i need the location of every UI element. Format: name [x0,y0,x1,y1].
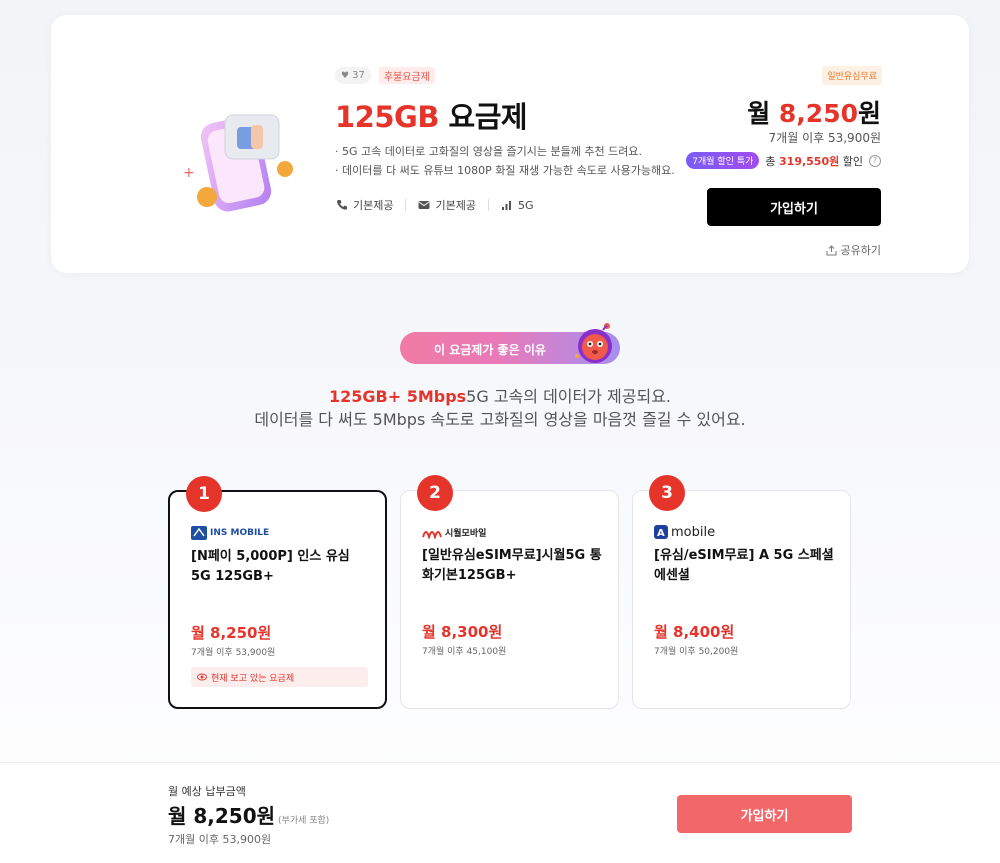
discount-row: 7개월 할인 특가 총 319,550원 할인 ? [686,152,881,169]
footer-price-value: 월 8,250원 [168,804,276,828]
phone-icon [337,200,347,210]
feature-network: 5G [501,199,534,212]
viewing-badge: 현재 보고 있는 요금제 [191,667,368,687]
share-icon [826,244,837,255]
plan-description: · 5G 고속 데이터로 고화질의 영상을 즐기시는 분들께 추천 드려요. ·… [335,142,675,180]
carrier-logo-siwol: 시월모바일 [422,524,486,540]
svg-text:+: + [183,165,195,181]
carrier-name: 시월모바일 [445,528,487,539]
price-value: 8,250 [778,99,858,128]
carrier-logo-ins: INS MOBILE [191,525,269,541]
plan-features: 기본제공 기본제공 5G [336,197,534,213]
join-button[interactable]: 가입하기 [707,188,881,226]
plan-meta-row: ♥ 37 후불요금제 [335,67,435,84]
ranking-card-2[interactable]: 2 시월모바일 [일반유심eSIM무료]시월5G 통화기본125GB+ 월 8,… [400,475,619,709]
usim-free-tag: 일반유심무료 [822,66,882,85]
rank-number: 2 [417,475,453,511]
feature-network-label: 5G [517,198,534,212]
ins-logo-icon [191,526,207,540]
carrier-logo-a-mobile: A mobile [654,524,715,540]
rank-number: 1 [186,476,222,512]
mascot-character [575,323,612,363]
footer-vat: (부가세 포함) [278,816,330,826]
reason-pill-label: 이 요금제가 좋은 이유 [434,343,546,357]
phone-thumbs-up-illustration: + [183,114,293,212]
feature-call: 기본제공 [336,197,393,213]
ranking-card-3[interactable]: 3 A mobile [유심/eSIM무료] A 5G 스페셜 에센셜 월 8,… [632,475,851,709]
discount-amount: 319,550원 [779,154,840,168]
footer-join-button[interactable]: 가입하기 [677,795,852,833]
like-button[interactable]: ♥ 37 [335,67,371,84]
ranking-plan-name: [유심/eSIM무료] A 5G 스페셜 에센셜 [654,548,834,583]
viewing-label: 현재 보고 있는 요금제 [211,673,295,684]
footer-label: 월 예상 납부금액 [168,785,246,798]
footer-price: 월 8,250원 (부가세 포함) [168,800,329,829]
divider [487,199,489,211]
postpaid-tag: 후불요금제 [378,67,435,84]
discount-badge: 7개월 할인 특가 [686,152,760,169]
feature-message-label: 기본제공 [435,199,476,212]
price-after-promo: 7개월 이후 53,900원 [768,131,881,145]
reason-highlight: 125GB+ 5Mbps [328,387,467,406]
bottom-bar: 월 예상 납부금액 월 8,250원 (부가세 포함) 7개월 이후 53,900… [0,762,1000,863]
feature-message: 기본제공 [418,197,476,213]
eye-icon [197,673,207,681]
discount-prefix: 총 [765,154,780,168]
price-prefix: 월 [747,99,779,128]
plan-description-line: · 5G 고속 데이터로 고화질의 영상을 즐기시는 분들께 추천 드려요. [335,145,642,158]
monthly-price: 월 8,250원 [747,94,881,130]
rank-number: 3 [649,475,685,511]
ranking-after-price: 7개월 이후 45,100원 [422,647,507,657]
ranking-price: 월 8,400원 [654,623,735,641]
carrier-name: INS MOBILE [210,528,270,538]
reason-line-2: 데이터를 다 써도 5Mbps 속도로 고화질의 영상을 마음껏 즐길 수 있어… [254,410,746,429]
plan-description-line: · 데이터를 다 써도 유튜브 1080P 화질 재생 가능한 속도로 사용가능… [335,164,675,177]
plan-card: + ♥ 37 후불요금제 125GB 요금제 · 5G 고속 데이터로 고화질의… [51,15,969,273]
reason-line-1: 125GB+ 5Mbps5G 고속의 데이터가 제공되요. [0,383,1000,407]
heart-icon: ♥ [341,70,350,81]
a-mobile-logo-icon: A [654,525,668,539]
ranking-after-price: 7개월 이후 53,900원 [191,648,276,658]
feature-call-label: 기본제공 [353,199,394,212]
price-suffix: 원 [857,99,881,128]
discount-suffix: 할인 [839,154,863,168]
message-icon [418,201,430,209]
reason-line-1-rest: 5G 고속의 데이터가 제공되요. [466,387,672,406]
ranking-price: 월 8,250원 [191,624,272,642]
share-button[interactable]: 공유하기 [826,242,881,258]
ranking-price: 월 8,300원 [422,623,503,641]
footer-after-price: 7개월 이후 53,900원 [168,833,272,846]
ranking-plan-name: [일반유심eSIM무료]시월5G 통화기본125GB+ [422,548,602,583]
carrier-name: mobile [671,524,716,540]
plan-title-rest: 요금제 [438,100,528,134]
share-label: 공유하기 [840,244,881,257]
svg-text:A: A [657,528,665,539]
siwol-logo-icon [422,531,442,539]
signal-icon [501,201,511,210]
divider [405,199,407,211]
plan-title: 125GB 요금제 [335,94,528,136]
plan-title-highlight: 125GB [335,100,439,134]
help-icon[interactable]: ? [869,154,881,167]
ranking-plan-name: [N페이 5,000P] 인스 유심 5G 125GB+ [191,549,350,584]
like-count: 37 [352,70,365,81]
discount-text: 총 319,550원 할인 [765,153,863,169]
ranking-after-price: 7개월 이후 50,200원 [654,647,739,657]
ranking-card-1[interactable]: 1 INS MOBILE [N페이 5,000P] 인스 유심 5G 125GB… [168,476,387,709]
